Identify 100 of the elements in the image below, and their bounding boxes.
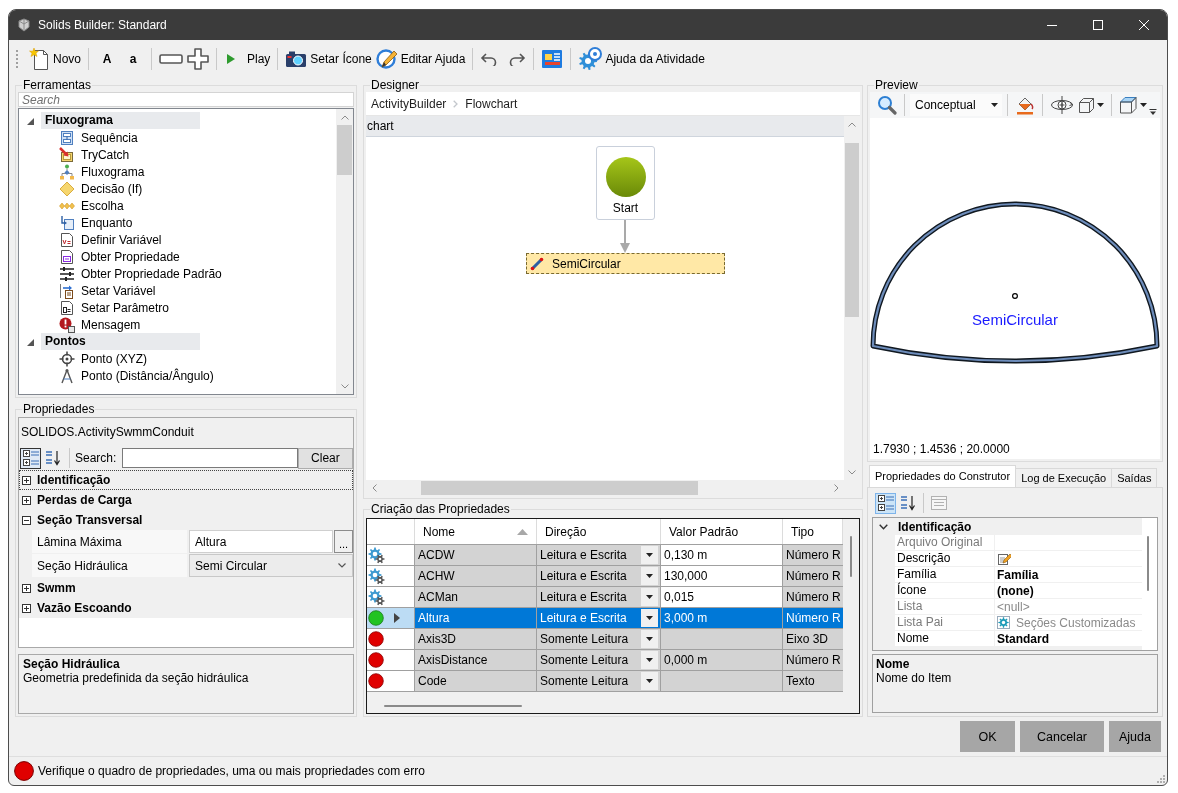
scrollbar-thumb[interactable] [845,143,859,317]
direction-dropdown[interactable]: Somente Leitura [537,650,661,671]
tree-group-header[interactable]: Fluxograma [41,112,200,129]
value-field[interactable]: Altura [189,530,333,553]
property-row[interactable]: Seção Hidráulica Semi Circular [19,554,353,578]
tree-item[interactable]: Obter Propriedade [25,248,336,265]
tree-item[interactable]: TryCatch [25,146,336,163]
tree-item[interactable]: Escolha [25,197,336,214]
column-header[interactable]: Direção [537,519,661,544]
row-header[interactable] [367,671,415,692]
tree-item[interactable]: Fluxograma [25,163,336,180]
category-row[interactable]: Seção Transversal [19,510,353,530]
value-cell[interactable]: 0,015 [661,587,783,608]
direction-dropdown[interactable]: Leitura e Escrita [537,566,661,587]
orbit-button[interactable] [1048,93,1076,117]
vertical-scrollbar[interactable] [1142,518,1157,650]
value-cell[interactable]: 3,000 m [661,608,783,629]
grip-icon[interactable] [15,49,18,69]
chevron-down-icon[interactable] [879,523,888,530]
dropdown-button[interactable] [641,630,658,648]
plus-box-icon[interactable] [22,583,31,593]
row-header[interactable] [367,545,415,566]
tree-item[interactable]: Setar Parâmetro [25,299,336,316]
tab[interactable]: Propriedades do Construtor [869,465,1017,487]
direction-dropdown[interactable]: Leitura e Escrita [537,545,661,566]
plus-button[interactable] [185,46,211,72]
tree-item[interactable]: Setar Variável [25,282,336,299]
search-field[interactable] [122,448,298,468]
category-row[interactable]: Vazão Escoando [19,598,353,618]
start-node[interactable]: Start [596,146,655,220]
row-header[interactable] [367,608,415,629]
tree-item[interactable]: Mensagem [25,316,336,333]
tree-item[interactable]: Obter Propriedade Padrão [25,265,336,282]
activity-help-button[interactable]: Ajuda da Atividade [576,46,707,72]
property-value[interactable]: Standard [995,631,1142,647]
property-value[interactable] [995,551,1142,567]
scrollbar-thumb[interactable] [850,536,852,577]
clear-button[interactable]: Clear [297,447,353,469]
set-icon-button[interactable]: Setar Ícone [283,46,374,72]
dialog-button[interactable]: OK [960,721,1015,752]
breadcrumb-item[interactable]: Flowchart [465,96,518,111]
tree-item[interactable]: Ponto (Distância/Ângulo) [25,367,336,384]
value-cell[interactable]: 0,130 m [661,545,783,566]
vertical-scrollbar[interactable] [336,109,353,394]
dialog-button[interactable]: Cancelar [1020,721,1104,752]
tree-item[interactable]: Ponto (XYZ) [25,350,336,367]
value-cell[interactable]: 130,000 [661,566,783,587]
dropdown-button[interactable] [641,609,658,627]
zoom-button[interactable] [875,93,899,117]
scrollbar-thumb[interactable] [337,125,352,175]
breadcrumb-item[interactable]: ActivityBuilder [371,96,447,111]
category-row[interactable]: Identificação [19,470,353,490]
plus-box-icon[interactable] [22,603,31,613]
play-button[interactable]: Play [222,46,273,72]
dropdown-button[interactable] [641,651,658,669]
direction-dropdown[interactable]: Leitura e Escrita [537,608,661,629]
scrollbar-thumb[interactable] [421,481,698,495]
tab[interactable]: Log de Execução [1015,468,1113,487]
category-row[interactable]: Identificação [873,518,1142,535]
dropdown-button[interactable] [641,588,658,606]
property-value[interactable]: (none) [995,583,1142,599]
dropdown-button[interactable] [641,546,658,564]
letter-button[interactable]: A [96,46,118,72]
category-row[interactable]: Swmm [19,578,353,598]
property-value[interactable]: Família [995,567,1142,583]
resize-grip-icon[interactable] [1157,775,1165,783]
direction-dropdown[interactable]: Somente Leitura [537,671,661,692]
tree-item[interactable]: Sequência [25,129,336,146]
visual-style-dropdown[interactable]: Conceptual [910,94,1002,116]
categorized-button[interactable] [875,492,896,514]
column-header[interactable]: Valor Padrão [661,519,783,544]
tree-item[interactable]: Enquanto [25,214,336,231]
row-header[interactable] [367,650,415,671]
row-header[interactable] [367,629,415,650]
tree-item[interactable]: Definir Variável [25,231,336,248]
dropdown-button[interactable] [641,672,658,690]
edit-help-button[interactable]: Editar Ajuda [373,46,468,72]
scrollbar-thumb[interactable] [384,705,522,707]
column-header[interactable]: Nome [415,519,537,544]
dropdown-button[interactable] [641,567,658,585]
browse-button[interactable]: ... [334,530,353,553]
plus-box-icon[interactable] [22,475,31,485]
letter-button[interactable]: a [122,46,144,72]
row-header[interactable] [367,587,415,608]
new-button[interactable]: Novo [26,46,83,72]
categorized-button[interactable] [20,447,41,469]
direction-dropdown[interactable]: Somente Leitura [537,629,661,650]
row-header[interactable] [367,566,415,587]
dialog-button[interactable]: Ajuda [1109,721,1161,752]
scrollbar-thumb[interactable] [1147,536,1149,591]
property-row[interactable]: Lâmina Máxima Altura ... [19,530,353,554]
plus-box-icon[interactable] [22,495,31,505]
direction-dropdown[interactable]: Leitura e Escrita [537,587,661,608]
tab[interactable]: Saídas [1111,468,1158,487]
tree-item[interactable]: Decisão (If) [25,180,336,197]
tree-group-header[interactable]: Pontos [41,333,200,350]
activity-node[interactable]: SemiCircular [526,253,725,274]
minus-box-icon[interactable] [22,515,31,525]
category-row[interactable]: Perdas de Carga [19,490,353,510]
value-dropdown[interactable]: Semi Circular [189,554,353,577]
